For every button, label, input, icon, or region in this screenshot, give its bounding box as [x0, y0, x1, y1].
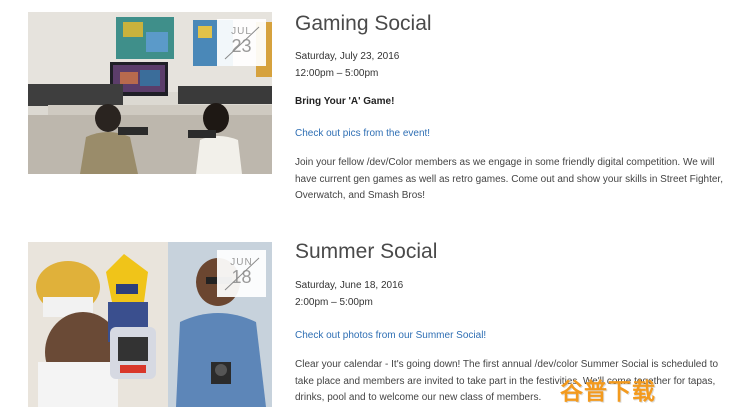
date-badge: JUL 23 — [217, 19, 266, 66]
event-photos-link[interactable]: Check out pics from the event! — [295, 128, 430, 139]
event-date: Saturday, June 18, 2016 — [295, 280, 404, 291]
date-badge: JUN 18 — [217, 250, 266, 297]
event-title: Summer Social — [295, 240, 438, 263]
strike-line-icon — [224, 257, 260, 291]
event-description: Join your fellow /dev/Color members as w… — [295, 157, 723, 201]
event-details: Gaming Social Saturday, July 23, 2016 12… — [295, 10, 725, 205]
event-photo-summer: JUN 18 — [28, 242, 272, 407]
event-details: Summer Social Saturday, June 18, 2016 2:… — [295, 238, 725, 407]
event-photos-link[interactable]: Check out photos from our Summer Social! — [295, 330, 486, 341]
strike-line-icon — [224, 26, 260, 60]
event-photo-gaming: JUL 23 — [28, 12, 272, 174]
watermark-logo: 谷普下载 — [560, 378, 656, 404]
event-title: Gaming Social — [295, 12, 432, 35]
event-description: Clear your calendar - It's going down! T… — [295, 359, 719, 403]
event-card-gaming-social: JUL 23 Gaming Social Saturday, July 23, … — [0, 0, 740, 220]
event-date: Saturday, July 23, 2016 — [295, 51, 400, 62]
event-tagline: Bring Your 'A' Game! — [295, 96, 395, 107]
event-time: 12:00pm – 5:00pm — [295, 68, 379, 79]
event-time: 2:00pm – 5:00pm — [295, 297, 373, 308]
